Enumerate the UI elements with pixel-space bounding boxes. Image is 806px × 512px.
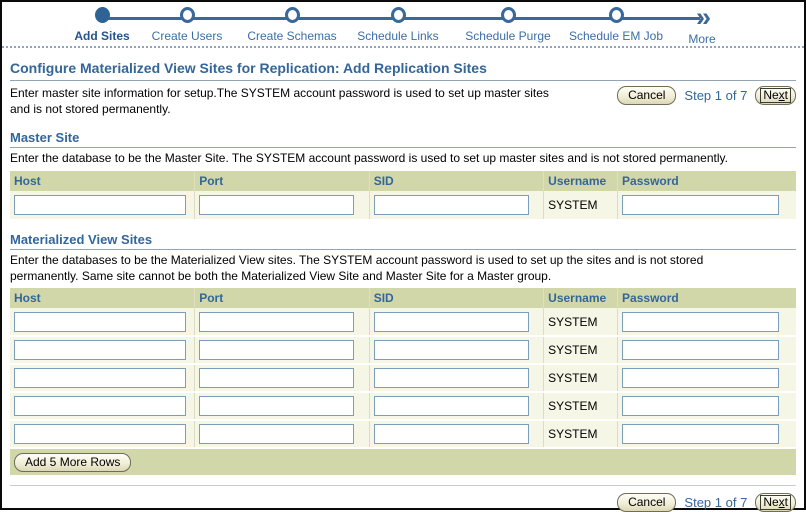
mv-row5-password-input[interactable] bbox=[622, 424, 779, 444]
mv-row4-port-input[interactable] bbox=[199, 396, 354, 416]
mv-row5-port-input[interactable] bbox=[199, 424, 354, 444]
col-header-username: Username bbox=[544, 171, 618, 191]
mv-row1-port-input[interactable] bbox=[199, 312, 354, 332]
col-header-host: Host bbox=[10, 288, 195, 308]
next-button-label: t bbox=[785, 88, 788, 102]
mv-sites-heading: Materialized View Sites bbox=[10, 232, 796, 250]
table-footer-row: Add 5 More Rows bbox=[10, 448, 796, 475]
mv-row3-host-input[interactable] bbox=[14, 368, 186, 388]
train-step-label: Create Schemas bbox=[237, 29, 347, 43]
train-step-more[interactable]: » More bbox=[647, 7, 757, 46]
next-button-focus-ring: Next bbox=[760, 495, 791, 510]
mv-row4-username-value: SYSTEM bbox=[548, 399, 597, 413]
next-button-label: t bbox=[785, 495, 788, 509]
col-header-host: Host bbox=[10, 171, 195, 191]
cancel-button-bottom[interactable]: Cancel bbox=[617, 493, 676, 512]
train-step-create-users[interactable]: Create Users bbox=[132, 7, 242, 43]
cancel-button-label: Cancel bbox=[628, 495, 665, 509]
page-title: Configure Materialized View Sites for Re… bbox=[10, 54, 796, 81]
next-button-label: Ne bbox=[763, 495, 778, 509]
mv-row3-username-value: SYSTEM bbox=[548, 371, 597, 385]
col-header-port: Port bbox=[195, 171, 369, 191]
cancel-button[interactable]: Cancel bbox=[617, 86, 676, 105]
train-step-label: Schedule Purge bbox=[453, 29, 563, 43]
step-circle-icon bbox=[285, 7, 300, 23]
master-site-description: Enter the database to be the Master Site… bbox=[10, 151, 770, 167]
train-step-schedule-purge[interactable]: Schedule Purge bbox=[453, 7, 563, 43]
mv-row4-password-input[interactable] bbox=[622, 396, 779, 416]
step-circle-icon bbox=[609, 7, 624, 23]
bottom-action-group: Cancel Step 1 of 7 Next bbox=[10, 486, 796, 512]
mv-row3-port-input[interactable] bbox=[199, 368, 354, 388]
train-step-label: Schedule Links bbox=[343, 29, 453, 43]
master-site-table: Host Port SID Username Password SYSTEM bbox=[10, 171, 796, 219]
master-username-value: SYSTEM bbox=[548, 198, 597, 212]
next-button-bottom[interactable]: Next bbox=[755, 493, 796, 512]
step-circle-icon bbox=[501, 7, 516, 23]
mv-row2-port-input[interactable] bbox=[199, 340, 354, 360]
top-action-group: Cancel Step 1 of 7 Next bbox=[617, 86, 796, 105]
table-row: SYSTEM bbox=[10, 191, 796, 219]
step-indicator: Step 1 of 7 bbox=[684, 88, 747, 103]
train-step-label: Create Users bbox=[132, 29, 242, 43]
train-step-label: More bbox=[647, 32, 757, 46]
table-row: SYSTEM bbox=[10, 420, 796, 448]
step-circle-icon bbox=[180, 7, 195, 23]
mv-row5-sid-input[interactable] bbox=[374, 424, 529, 444]
table-row: SYSTEM bbox=[10, 392, 796, 420]
mv-row1-username-value: SYSTEM bbox=[548, 315, 597, 329]
train-step-schedule-links[interactable]: Schedule Links bbox=[343, 7, 453, 43]
mv-row1-host-input[interactable] bbox=[14, 312, 186, 332]
mv-row2-username-value: SYSTEM bbox=[548, 343, 597, 357]
mv-sites-table: Host Port SID Username Password SYSTEM S… bbox=[10, 288, 796, 475]
train-step-create-schemas[interactable]: Create Schemas bbox=[237, 7, 347, 43]
col-header-sid: SID bbox=[369, 288, 543, 308]
mv-row3-password-input[interactable] bbox=[622, 368, 779, 388]
next-button-label: Ne bbox=[763, 88, 778, 102]
mv-row3-sid-input[interactable] bbox=[374, 368, 529, 388]
add-5-more-rows-button[interactable]: Add 5 More Rows bbox=[14, 453, 131, 472]
step-circle-icon bbox=[391, 7, 406, 23]
col-header-password: Password bbox=[618, 288, 796, 308]
wizard-train: Add Sites Create Users Create Schemas Sc… bbox=[2, 2, 804, 48]
table-header-row: Host Port SID Username Password bbox=[10, 171, 796, 191]
master-sid-input[interactable] bbox=[374, 195, 529, 215]
mv-sites-description: Enter the databases to be the Materializ… bbox=[10, 253, 770, 284]
mv-row2-host-input[interactable] bbox=[14, 340, 186, 360]
mv-row1-password-input[interactable] bbox=[622, 312, 779, 332]
mv-row2-sid-input[interactable] bbox=[374, 340, 529, 360]
table-header-row: Host Port SID Username Password bbox=[10, 288, 796, 308]
master-site-heading: Master Site bbox=[10, 130, 796, 148]
col-header-port: Port bbox=[195, 288, 369, 308]
double-chevron-right-icon: » bbox=[696, 7, 708, 27]
table-row: SYSTEM bbox=[10, 308, 796, 336]
mv-row1-sid-input[interactable] bbox=[374, 312, 529, 332]
intro-text: Enter master site information for setup.… bbox=[10, 85, 565, 117]
next-button[interactable]: Next bbox=[755, 86, 796, 105]
step-circle-filled-icon bbox=[95, 7, 110, 23]
mv-row5-username-value: SYSTEM bbox=[548, 427, 597, 441]
col-header-password: Password bbox=[618, 171, 796, 191]
add-rows-button-label: Add 5 More Rows bbox=[25, 455, 120, 469]
col-header-sid: SID bbox=[369, 171, 543, 191]
next-button-focus-ring: Next bbox=[760, 88, 791, 103]
table-row: SYSTEM bbox=[10, 336, 796, 364]
master-password-input[interactable] bbox=[622, 195, 779, 215]
mv-row4-sid-input[interactable] bbox=[374, 396, 529, 416]
table-row: SYSTEM bbox=[10, 364, 796, 392]
mv-row4-host-input[interactable] bbox=[14, 396, 186, 416]
mv-row2-password-input[interactable] bbox=[622, 340, 779, 360]
col-header-username: Username bbox=[544, 288, 618, 308]
cancel-button-label: Cancel bbox=[628, 88, 665, 102]
step-indicator-bottom: Step 1 of 7 bbox=[684, 495, 747, 510]
mv-row5-host-input[interactable] bbox=[14, 424, 186, 444]
master-host-input[interactable] bbox=[14, 195, 186, 215]
master-port-input[interactable] bbox=[199, 195, 354, 215]
